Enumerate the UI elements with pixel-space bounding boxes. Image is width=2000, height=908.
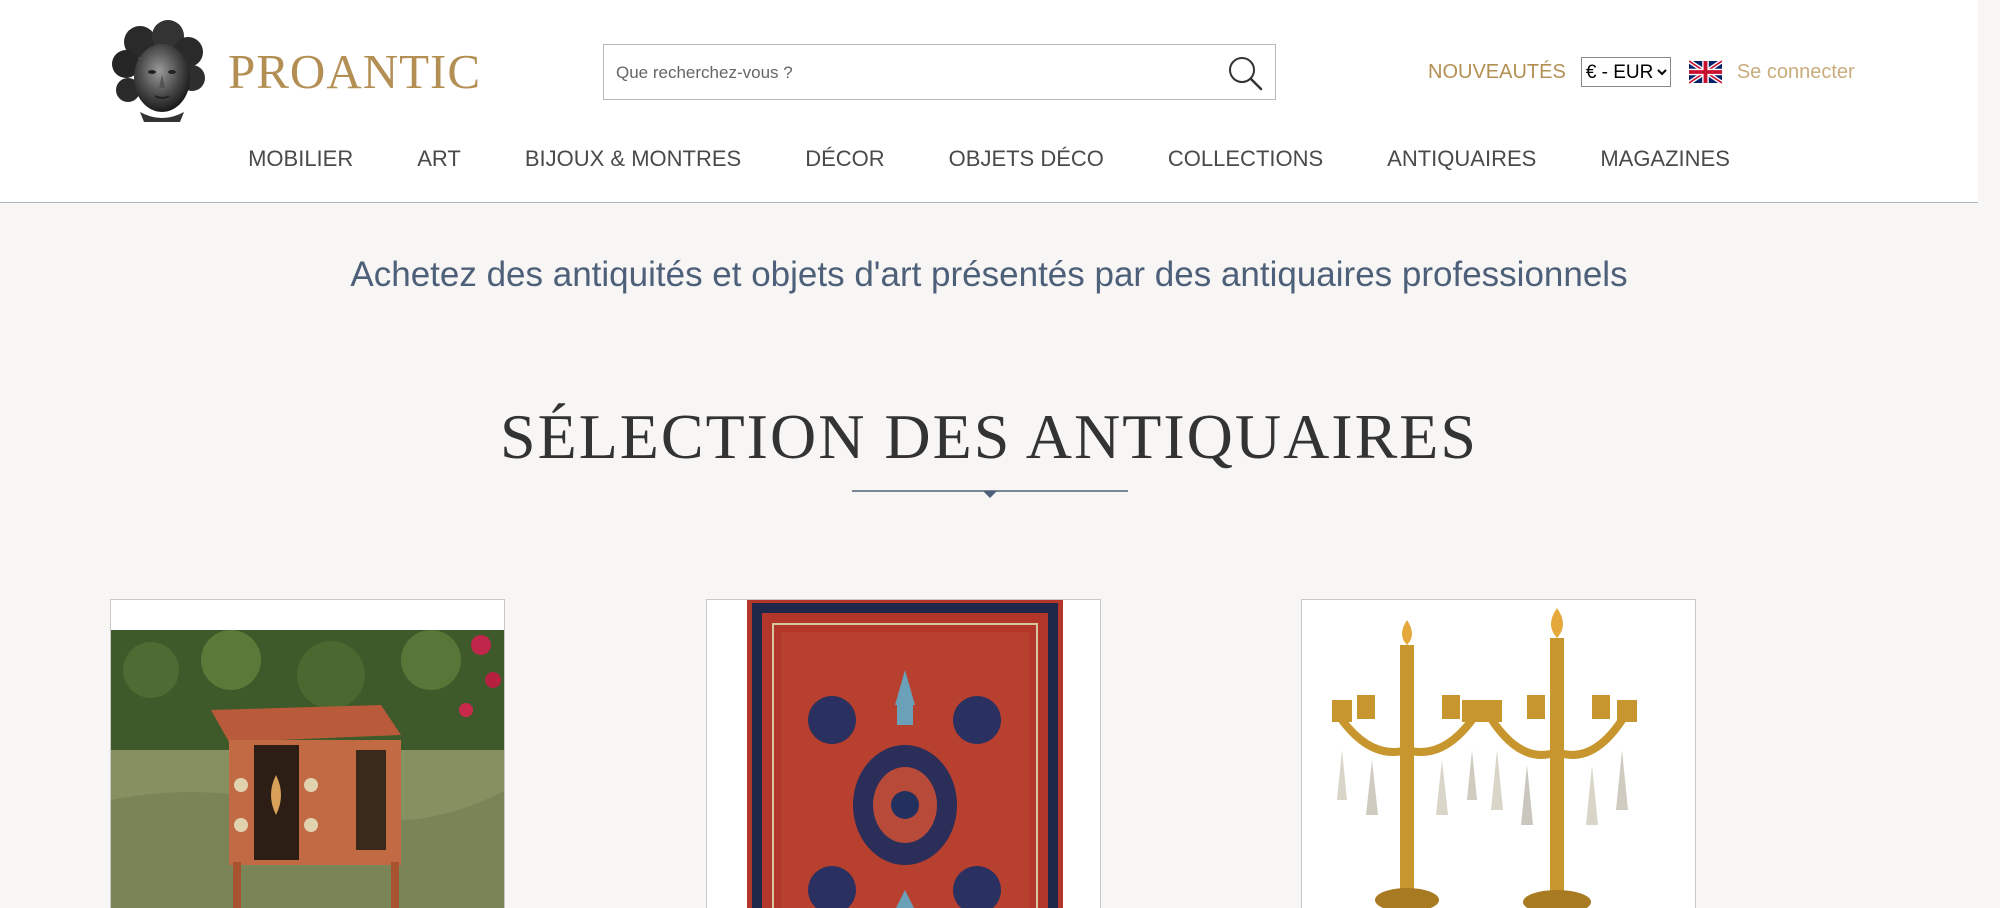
nav-item-decor[interactable]: DÉCOR: [805, 146, 884, 172]
section-divider: [852, 490, 1128, 498]
section-title: SÉLECTION DES ANTIQUAIRES: [500, 401, 1478, 472]
product-card[interactable]: [706, 599, 1101, 908]
site-header: PROANTIC NOUVEAUTÉS € - EUR Se connecter: [0, 0, 1978, 203]
logo-link[interactable]: PROANTIC: [110, 20, 481, 122]
nav-item-mobilier[interactable]: MOBILIER: [248, 146, 353, 172]
search-box: [603, 44, 1276, 101]
persian-rug-image: [707, 600, 1100, 908]
nav-item-magazines[interactable]: MAGAZINES: [1600, 146, 1730, 172]
product-card[interactable]: [1301, 599, 1696, 908]
nav-item-antiquaires[interactable]: ANTIQUAIRES: [1387, 146, 1536, 172]
page: PROANTIC NOUVEAUTÉS € - EUR Se connecter: [0, 0, 1978, 908]
product-card[interactable]: [110, 599, 505, 908]
commode-marquetry-image: [111, 600, 504, 908]
header-actions: NOUVEAUTÉS € - EUR Se connecter: [1428, 56, 1855, 88]
logo-bust-icon: [112, 20, 205, 122]
nav-item-collections[interactable]: COLLECTIONS: [1168, 146, 1323, 172]
uk-flag-icon[interactable]: [1688, 60, 1722, 84]
search-input[interactable]: [614, 45, 1208, 101]
login-link[interactable]: Se connecter: [1737, 61, 1855, 84]
search-icon[interactable]: [1225, 53, 1265, 93]
nav-item-art[interactable]: ART: [417, 146, 461, 172]
gilt-candelabra-pair-image: [1302, 600, 1695, 908]
nav-item-objets-deco[interactable]: OBJETS DÉCO: [949, 146, 1104, 172]
logo-text: PROANTIC: [228, 43, 482, 99]
nav-item-bijoux-montres[interactable]: BIJOUX & MONTRES: [525, 146, 741, 172]
nouveautes-link[interactable]: NOUVEAUTÉS: [1428, 61, 1566, 84]
currency-select[interactable]: € - EUR: [1580, 57, 1671, 87]
main-nav: MOBILIER ART BIJOUX & MONTRES DÉCOR OBJE…: [0, 146, 1978, 172]
tagline: Achetez des antiquités et objets d'art p…: [350, 255, 1628, 294]
